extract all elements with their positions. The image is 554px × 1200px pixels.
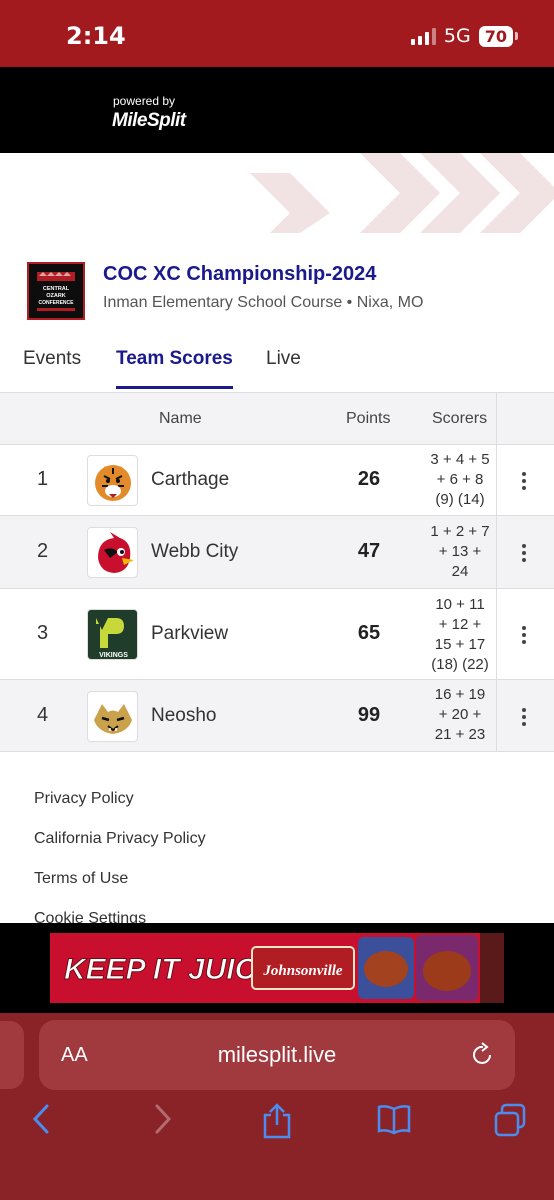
table-header: Name Points Scorers bbox=[0, 392, 554, 445]
row-menu-icon[interactable] bbox=[519, 626, 529, 644]
team-points: 47 bbox=[357, 540, 381, 562]
address-bar[interactable]: AA milesplit.live bbox=[39, 1020, 515, 1090]
status-indicators: 5G 70 bbox=[410, 25, 518, 47]
ad-container: KEEP IT JUICY Johnsonville bbox=[0, 923, 554, 1013]
team-rank: 2 bbox=[37, 540, 49, 562]
ad-headline: KEEP IT JUICY bbox=[64, 953, 279, 986]
vikings-logo: VIKINGS bbox=[87, 609, 138, 660]
team-scores-table: Name Points Scorers 1 Carthage 26 3 + 4 … bbox=[0, 392, 554, 752]
row-menu-icon[interactable] bbox=[519, 544, 529, 562]
table-row[interactable]: 4 Neosho 99 16 + 19 + 20 + 21 + 23 bbox=[0, 680, 554, 752]
conference-logo: CENTRAL OZARK CONFERENCE bbox=[27, 262, 85, 320]
active-tab-indicator bbox=[116, 386, 233, 389]
forward-icon[interactable] bbox=[152, 1103, 174, 1135]
url-text[interactable]: milesplit.live bbox=[39, 1042, 515, 1068]
scorers-line: 21 + 23 bbox=[434, 726, 486, 743]
back-icon[interactable] bbox=[30, 1103, 52, 1135]
team-name[interactable]: Webb City bbox=[151, 541, 238, 563]
share-icon[interactable] bbox=[261, 1103, 293, 1139]
table-row[interactable]: 2 Webb City 47 1 + 2 + 7 + 13 + 24 bbox=[0, 516, 554, 589]
bookmarks-icon[interactable] bbox=[376, 1103, 412, 1135]
powered-by-banner bbox=[0, 67, 554, 153]
team-rank: 1 bbox=[37, 468, 49, 490]
scorers-line: 15 + 17 bbox=[434, 636, 486, 653]
network-type: 5G bbox=[443, 25, 471, 47]
team-name[interactable]: Neosho bbox=[151, 705, 217, 727]
tiger-logo bbox=[87, 455, 138, 506]
row-menu-icon[interactable] bbox=[519, 472, 529, 490]
team-scorers: 16 + 19 + 20 + 21 + 23 bbox=[418, 685, 502, 745]
header-name[interactable]: Name bbox=[159, 410, 202, 428]
scorers-line: 3 + 4 + 5 bbox=[430, 451, 490, 468]
team-points: 26 bbox=[357, 468, 381, 490]
column-divider bbox=[496, 393, 497, 444]
team-scorers: 1 + 2 + 7 + 13 + 24 bbox=[418, 522, 502, 582]
tabs-icon[interactable] bbox=[494, 1103, 528, 1137]
scorers-line: + 20 + bbox=[438, 706, 482, 723]
row-menu-icon[interactable] bbox=[519, 708, 529, 726]
powered-by-label: powered by bbox=[113, 94, 176, 108]
scorers-line: 1 + 2 + 7 bbox=[430, 523, 490, 540]
scorers-line: 24 bbox=[451, 563, 469, 580]
browser-toolbar: AA milesplit.live bbox=[0, 1013, 554, 1200]
conference-logo-line-2: OZARK bbox=[46, 293, 66, 299]
scorers-line: (18) (22) bbox=[431, 656, 489, 673]
scorers-line: (9) (14) bbox=[435, 491, 485, 508]
team-points: 65 bbox=[357, 622, 381, 644]
cellular-signal-icon bbox=[410, 27, 436, 45]
team-scorers: 10 + 11 + 12 + 15 + 17 (18) (22) bbox=[418, 595, 502, 675]
table-row[interactable]: 1 Carthage 26 3 + 4 + 5 + 6 + 8 (9) (14) bbox=[0, 445, 554, 516]
meet-tabs: Events Team Scores Live bbox=[0, 340, 554, 392]
chevron-pattern-decoration bbox=[250, 153, 554, 233]
status-bar: 2:14 5G 70 bbox=[0, 0, 554, 67]
ad-brand: Johnsonville bbox=[262, 963, 343, 979]
scorers-line: + 13 + bbox=[438, 543, 482, 560]
privacy-policy-link[interactable]: Privacy Policy bbox=[34, 790, 134, 808]
cardinal-logo bbox=[87, 527, 138, 578]
reload-icon[interactable] bbox=[471, 1042, 495, 1068]
table-row[interactable]: 3 VIKINGS Parkview 65 10 + 11 + 12 + 15 … bbox=[0, 589, 554, 680]
california-privacy-link[interactable]: California Privacy Policy bbox=[34, 830, 206, 848]
tab-team-scores[interactable]: Team Scores bbox=[116, 348, 233, 370]
team-rank: 3 bbox=[37, 622, 49, 644]
battery-indicator: 70 bbox=[478, 25, 513, 47]
status-time: 2:14 bbox=[66, 22, 126, 50]
conference-logo-line-1: CENTRAL bbox=[43, 286, 70, 292]
meet-location: Inman Elementary School Course • Nixa, M… bbox=[103, 294, 424, 311]
column-divider bbox=[496, 589, 497, 679]
tab-live[interactable]: Live bbox=[266, 348, 301, 370]
header-points[interactable]: Points bbox=[346, 410, 390, 428]
scorers-line: 10 + 11 bbox=[435, 596, 485, 613]
team-name[interactable]: Carthage bbox=[151, 469, 229, 491]
meet-title[interactable]: COC XC Championship-2024 bbox=[103, 263, 376, 286]
wildcat-logo bbox=[87, 691, 138, 742]
tab-events[interactable]: Events bbox=[23, 348, 81, 370]
conference-logo-line-3: CONFERENCE bbox=[38, 300, 74, 306]
header-decoration bbox=[0, 153, 554, 233]
scorers-line: 16 + 19 bbox=[434, 686, 486, 703]
team-rank: 4 bbox=[37, 704, 49, 726]
team-scorers: 3 + 4 + 5 + 6 + 8 (9) (14) bbox=[418, 450, 502, 510]
team-name[interactable]: Parkview bbox=[151, 623, 228, 645]
milesplit-logo[interactable]: MileSplit bbox=[112, 110, 186, 132]
header-scorers[interactable]: Scorers bbox=[432, 410, 487, 428]
terms-of-use-link[interactable]: Terms of Use bbox=[34, 870, 128, 888]
battery-tip-icon bbox=[515, 32, 518, 40]
scorers-line: + 12 + bbox=[438, 616, 482, 633]
scorers-line: + 6 + 8 bbox=[436, 471, 484, 488]
column-divider bbox=[496, 680, 497, 751]
johnsonville-ad[interactable]: KEEP IT JUICY Johnsonville bbox=[50, 933, 504, 1003]
previous-tab-pill[interactable] bbox=[0, 1021, 24, 1089]
column-divider bbox=[496, 516, 497, 588]
vikings-logo-text: VIKINGS bbox=[99, 652, 128, 659]
meet-header: CENTRAL OZARK CONFERENCE COC XC Champion… bbox=[27, 262, 527, 322]
team-points: 99 bbox=[357, 704, 381, 726]
column-divider bbox=[496, 445, 497, 515]
